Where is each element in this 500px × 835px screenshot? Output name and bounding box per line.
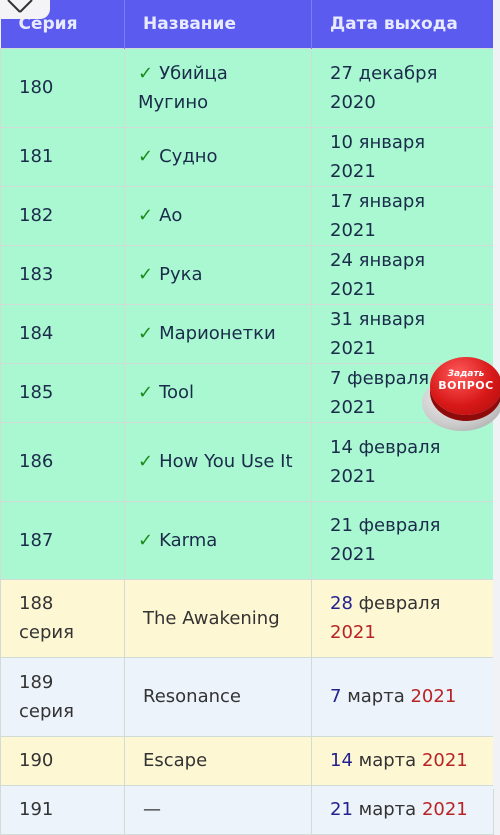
episode-title: —: [124, 784, 312, 835]
button-cap: Задать ВОПРОС: [430, 357, 500, 415]
table-row: 191 — 21 марта 2021: [0, 784, 494, 835]
episode-title: Escape: [124, 735, 312, 786]
episode-title: ✓ Рука: [124, 244, 312, 305]
release-date: 14 марта 2021: [311, 735, 494, 786]
title-text: Судно: [159, 146, 218, 167]
date-day: 7: [330, 686, 342, 707]
episode-number: 183: [0, 244, 125, 305]
close-tab[interactable]: [0, 0, 50, 19]
table-row: 184 ✓ Марионетки 31 января 2021: [0, 303, 494, 364]
episode-number: 190: [0, 735, 125, 786]
table-row: 185 ✓ Tool 7 февраля 2021: [0, 362, 494, 423]
episode-title: ✓ Убийца Мугино: [124, 47, 312, 128]
episode-number: 184: [0, 303, 125, 364]
release-date: 7 марта 2021: [311, 656, 494, 737]
episode-number: 189 серия: [0, 656, 125, 737]
ask-button-line1: Задать: [447, 369, 485, 379]
header-title: Название: [124, 0, 312, 48]
header-release-date: Дата выхода: [311, 0, 494, 48]
episode-title: The Awakening: [124, 578, 312, 658]
episode-title: ✓ Tool: [124, 362, 312, 423]
date-year: 2021: [410, 686, 457, 707]
release-date: 27 декабря 2020: [311, 47, 494, 128]
date-month: марта: [347, 686, 405, 707]
date-day: 14: [330, 750, 353, 771]
close-icon[interactable]: [4, 0, 34, 16]
episode-title: ✓ Karma: [124, 500, 312, 580]
episode-number: 180: [0, 47, 125, 128]
date-month: марта: [358, 750, 417, 771]
table-row: 189 серия Resonance 7 марта 2021: [0, 656, 494, 737]
checkmark-icon: ✓: [138, 205, 154, 226]
checkmark-icon: ✓: [138, 323, 154, 344]
title-text: Tool: [159, 382, 195, 403]
episode-number: 188 серия: [0, 578, 125, 658]
episode-number: 182: [0, 185, 125, 246]
release-date: 10 января 2021: [311, 126, 494, 187]
table-row: 182 ✓ Ао 17 января 2021: [0, 185, 494, 246]
title-text: Марионетки: [159, 323, 276, 344]
episodes-table: Серия Название Дата выхода 180 ✓ Убийца М…: [0, 0, 494, 835]
table-row: 186 ✓ How You Use It 14 февраля 2021: [0, 421, 494, 502]
table-row: 187 ✓ Karma 21 февраля 2021: [0, 500, 494, 580]
title-text: How You Use It: [159, 451, 293, 472]
ask-question-button[interactable]: Задать ВОПРОС: [422, 355, 500, 435]
checkmark-icon: ✓: [138, 382, 154, 403]
episode-title: Resonance: [124, 656, 312, 737]
episode-title: ✓ Марионетки: [124, 303, 312, 364]
table-row: 180 ✓ Убийца Мугино 27 декабря 2020: [0, 47, 494, 128]
release-date: 17 января 2021: [311, 185, 494, 246]
title-text: Karma: [159, 529, 218, 551]
title-text: Рука: [159, 264, 203, 285]
table-row: 183 ✓ Рука 24 января 2021: [0, 244, 494, 305]
release-date: 21 февраля 2021: [311, 500, 494, 580]
date-month: февраля: [358, 593, 441, 614]
checkmark-icon: ✓: [138, 62, 154, 84]
checkmark-icon: ✓: [138, 451, 154, 472]
episode-number: 181: [0, 126, 125, 187]
checkmark-icon: ✓: [138, 264, 154, 285]
episode-number: 187: [0, 500, 125, 580]
checkmark-icon: ✓: [138, 146, 154, 167]
episode-title: ✓ How You Use It: [124, 421, 312, 502]
date-year: 2021: [421, 750, 468, 771]
table-row: 188 серия The Awakening 28 февраля 2021: [0, 578, 494, 658]
table-row: 181 ✓ Судно 10 января 2021: [0, 126, 494, 187]
table-header-row: Серия Название Дата выхода: [0, 0, 494, 48]
date-year: 2021: [421, 799, 468, 820]
episode-number: 186: [0, 421, 125, 502]
table-row: 190 Escape 14 марта 2021: [0, 735, 494, 786]
episode-number: 185: [0, 362, 125, 423]
date-day: 28: [330, 593, 353, 614]
release-date: 21 марта 2021: [311, 784, 494, 835]
episode-title: ✓ Судно: [124, 126, 312, 187]
checkmark-icon: ✓: [138, 529, 154, 551]
date-month: марта: [358, 799, 417, 820]
release-date: 28 февраля 2021: [311, 578, 494, 658]
date-year: 2021: [330, 622, 376, 643]
ask-button-line2: ВОПРОС: [438, 379, 494, 392]
episode-number: 191: [0, 784, 125, 835]
release-date: 24 января 2021: [311, 244, 494, 305]
date-day: 21: [330, 799, 353, 820]
title-text: Ао: [159, 205, 183, 226]
episode-title: ✓ Ао: [124, 185, 312, 246]
